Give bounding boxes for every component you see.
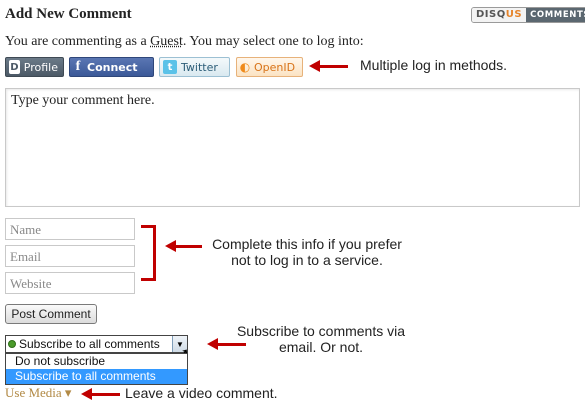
facebook-icon: f <box>75 59 81 74</box>
openid-button[interactable]: ◐ OpenID <box>236 57 303 77</box>
disqus-logo: DISQUS <box>472 8 527 22</box>
comment-textarea[interactable]: Type your comment here. <box>5 88 580 207</box>
guest-link[interactable]: Guest <box>150 34 183 49</box>
subscribe-annotation-line1: Subscribe to comments via <box>236 323 406 339</box>
facebook-connect-button[interactable]: f Connect <box>69 57 154 77</box>
use-media-link[interactable]: Use Media ▾ <box>5 385 71 401</box>
subscribe-option-none[interactable]: Do not subscribe <box>6 354 187 369</box>
subscribe-select[interactable]: Subscribe to all comments ▼ <box>5 335 188 353</box>
comments-label: COMMENTS <box>526 8 585 22</box>
fields-annotation: Complete this info if you prefer not to … <box>205 236 409 268</box>
facebook-connect-label: Connect <box>87 60 138 74</box>
disqus-comments-badge[interactable]: DISQUS COMMENTS <box>471 7 585 23</box>
twitter-button[interactable]: t Twitter <box>159 57 230 77</box>
disqus-profile-label: Profile <box>23 60 58 74</box>
disqus-profile-button[interactable]: D Profile <box>5 57 64 77</box>
openid-icon: ◐ <box>239 60 251 74</box>
subscribe-option-all[interactable]: Subscribe to all comments <box>6 369 187 384</box>
comment-placeholder: Type your comment here. <box>11 93 155 108</box>
twitter-icon: t <box>163 60 177 74</box>
openid-label: OpenID <box>254 60 296 74</box>
name-field[interactable]: Name <box>5 218 135 240</box>
fields-arrow <box>165 240 202 252</box>
fields-bracket <box>141 225 156 281</box>
disqus-icon: D <box>9 60 20 74</box>
post-comment-button[interactable]: Post Comment <box>5 304 97 324</box>
media-arrow <box>81 388 120 400</box>
subscribe-annotation: Subscribe to comments via email. Or not. <box>226 323 416 355</box>
email-field[interactable]: Email <box>5 245 135 267</box>
subscribe-annotation-line2: email. Or not. <box>278 339 364 355</box>
login-intro: You are commenting as a Guest. You may s… <box>5 34 364 49</box>
fields-annotation-line2: not to log in to a service. <box>231 252 383 268</box>
fields-annotation-line1: Complete this info if you prefer <box>212 236 402 252</box>
subscribe-options-list: Do not subscribe Subscribe to all commen… <box>5 353 188 385</box>
page-title: Add New Comment <box>5 6 132 22</box>
login-arrow <box>309 60 348 72</box>
subscribe-status-icon <box>8 340 16 348</box>
twitter-label: Twitter <box>181 60 218 74</box>
subscribe-selected-value: Subscribe to all comments <box>19 337 160 351</box>
website-field[interactable]: Website <box>5 272 135 294</box>
login-annotation: Multiple log in methods. <box>360 57 508 73</box>
media-annotation: Leave a video comment. <box>125 385 278 401</box>
